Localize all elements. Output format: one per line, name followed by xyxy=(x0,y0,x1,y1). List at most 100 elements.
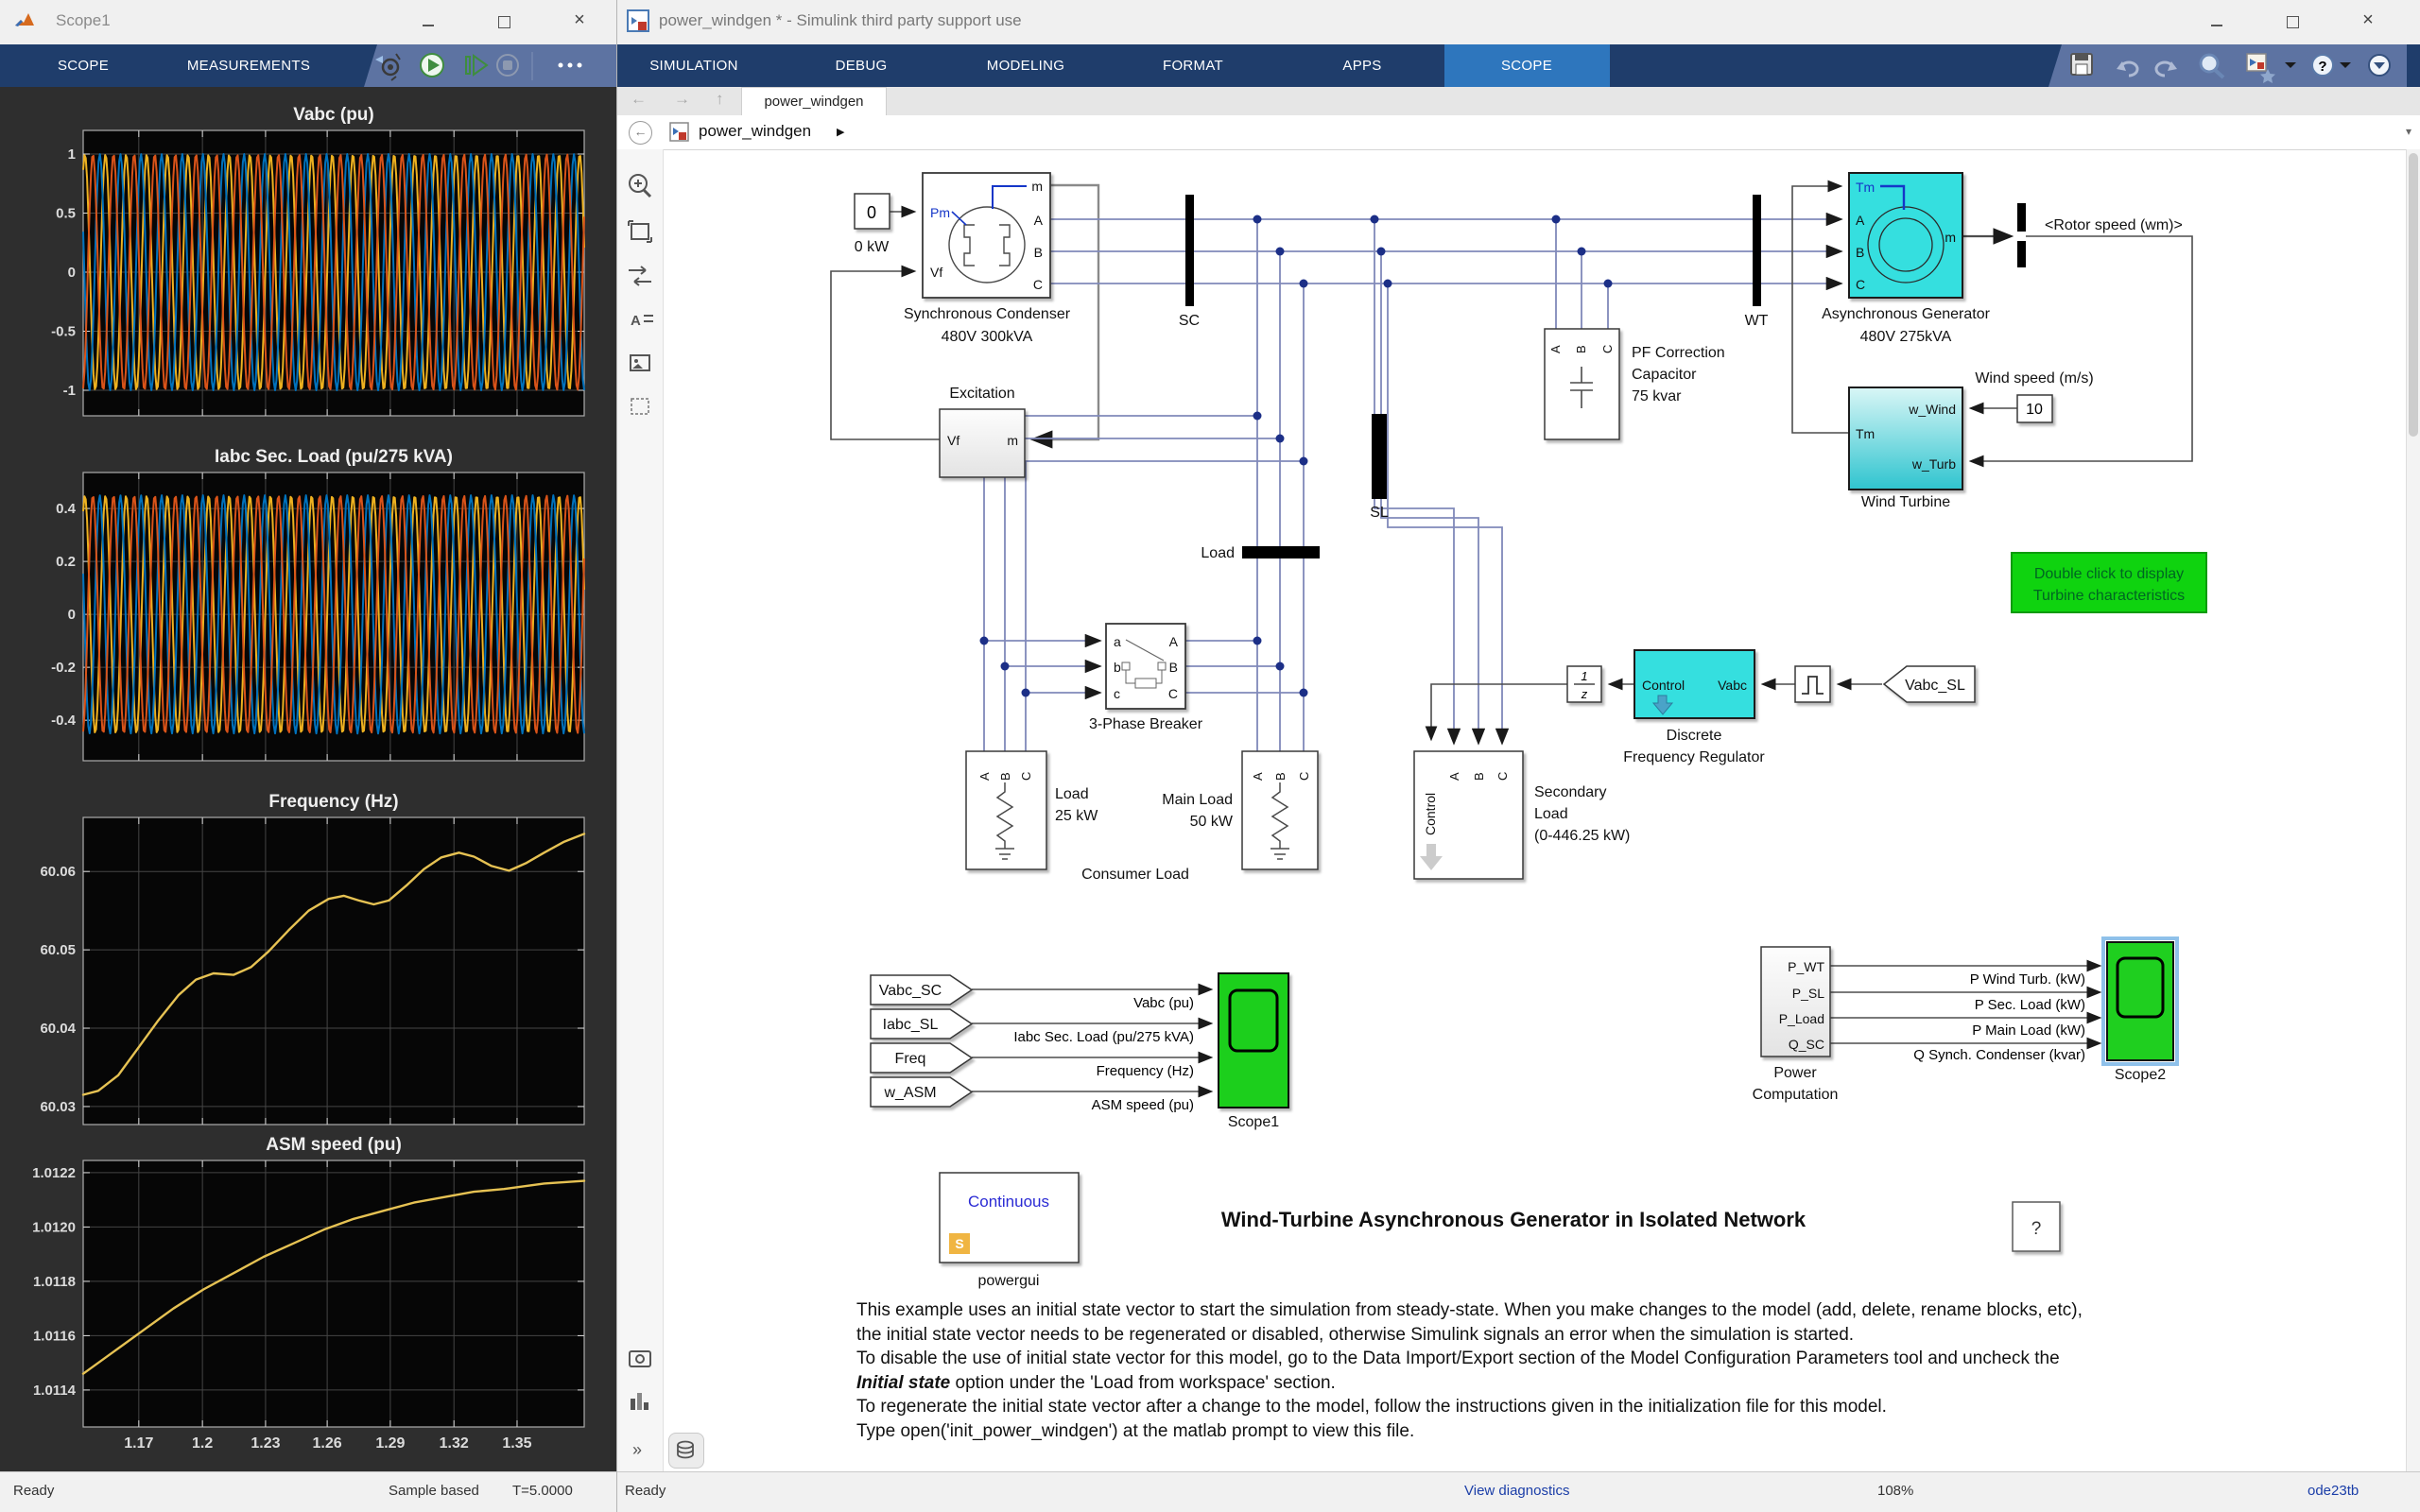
tab-simulation[interactable]: SIMULATION xyxy=(649,44,738,87)
port-label: Vabc xyxy=(1718,678,1747,693)
add-favorite-caret[interactable] xyxy=(2285,62,2296,68)
block-main-load[interactable]: A B C Main Load 50 kW xyxy=(1162,750,1319,870)
block-three-phase-breaker[interactable]: a b c A B C 3-Phase Breaker xyxy=(1089,623,1203,732)
canvas-vertical-scrollbar[interactable] xyxy=(2406,149,2420,1472)
block-help[interactable]: ? xyxy=(2012,1201,2061,1252)
scope2-signal-labels: P Wind Turb. (kW) P Sec. Load (kW) P Mai… xyxy=(1913,971,2085,1063)
tab-debug[interactable]: DEBUG xyxy=(836,44,888,87)
stop-icon[interactable] xyxy=(496,54,519,77)
svg-text:1.0116: 1.0116 xyxy=(33,1328,76,1344)
block-power-computation[interactable]: P_WT P_SL P_Load Q_SC Power Computation xyxy=(1753,946,1839,1103)
block-bus-selector[interactable] xyxy=(2017,203,2026,267)
port-label: b xyxy=(1114,660,1121,675)
main-maximize-button[interactable] xyxy=(2273,13,2311,32)
scope-tab-scope[interactable]: SCOPE xyxy=(58,44,109,87)
save-icon[interactable] xyxy=(2070,53,2093,76)
block-rate-transition[interactable] xyxy=(1794,665,1831,703)
scope-minimize-button[interactable] xyxy=(409,13,447,32)
breadcrumb-back-icon[interactable]: ← xyxy=(629,121,652,145)
redo-icon[interactable] xyxy=(2154,60,2177,77)
block-sl-measurement[interactable]: SL xyxy=(1370,414,1389,521)
block-constant-0kw[interactable]: 0 0 kW xyxy=(854,193,890,255)
tab-apps[interactable]: APPS xyxy=(1342,44,1381,87)
document-tab[interactable]: power_windgen xyxy=(741,87,887,116)
interface-arrows-icon[interactable] xyxy=(629,266,651,286)
search-icon[interactable] xyxy=(2199,53,2225,79)
port-label: B xyxy=(1273,772,1288,781)
model-data-icon[interactable] xyxy=(631,1393,648,1410)
area-box-icon[interactable] xyxy=(631,398,649,415)
annotation-icon[interactable]: A xyxy=(631,313,653,329)
tag-vabc-sc[interactable]: Vabc_SC xyxy=(870,974,974,1005)
step-forward-icon[interactable] xyxy=(465,54,489,77)
svg-text:S: S xyxy=(955,1236,963,1251)
block-excitation[interactable]: Excitation Vf m xyxy=(939,386,1026,478)
svg-text:1.29: 1.29 xyxy=(375,1435,405,1452)
fit-to-view-icon[interactable] xyxy=(628,220,652,243)
main-minimize-button[interactable] xyxy=(2198,13,2236,32)
port-label: B xyxy=(998,772,1012,781)
tab-scope[interactable]: SCOPE xyxy=(1501,44,1552,87)
tag-vabc-sl[interactable]: Vabc_SL xyxy=(1882,665,1976,703)
main-ribbon: SIMULATION DEBUG MODELING FORMAT APPS SC… xyxy=(617,44,2420,87)
undo-icon[interactable] xyxy=(2117,60,2139,77)
block-asynchronous-generator[interactable]: Tm A B C m Asynchronous Generator 480V 2… xyxy=(1822,172,1991,345)
simulation-settings-icon[interactable] xyxy=(375,53,401,81)
nav-forward-icon[interactable]: → xyxy=(674,90,690,109)
block-label: 50 kW xyxy=(1190,814,1234,830)
nav-back-icon[interactable]: ← xyxy=(631,90,647,109)
model-canvas[interactable] xyxy=(663,149,2407,1472)
signal-wires xyxy=(830,180,2193,1098)
nav-up-icon[interactable]: ↑ xyxy=(716,90,724,109)
scope-close-button[interactable]: × xyxy=(561,10,598,32)
solver-link[interactable]: ode23tb xyxy=(2308,1483,2359,1499)
block-load-25kw[interactable]: A B C Load 25 kW xyxy=(965,750,1098,870)
svg-text:1.0118: 1.0118 xyxy=(33,1274,76,1290)
block-wt-measurement[interactable]: WT xyxy=(1745,195,1769,329)
block-discrete-frequency-regulator[interactable]: Control Vabc Discrete Frequency Regulato… xyxy=(1623,649,1765,765)
tag-freq[interactable]: Freq xyxy=(870,1042,974,1074)
help-caret[interactable] xyxy=(2340,62,2351,68)
block-scope2[interactable]: Scope2 xyxy=(2101,936,2179,1083)
block-wind-speed-constant[interactable]: Wind speed (m/s) 10 xyxy=(1975,370,2094,423)
block-pf-correction-capacitor[interactable]: A B C PF Correction Capacitor 75 kvar xyxy=(1544,328,1725,440)
tab-format[interactable]: FORMAT xyxy=(1163,44,1223,87)
breadcrumb-model-name[interactable]: power_windgen xyxy=(699,122,811,141)
data-inspector-button[interactable] xyxy=(668,1433,704,1469)
add-favorite-icon[interactable] xyxy=(2246,53,2275,83)
block-label: Scope1 xyxy=(1228,1114,1279,1130)
port-label: B xyxy=(1472,772,1486,781)
expand-palette-icon[interactable]: » xyxy=(632,1440,642,1459)
block-sc-measurement[interactable]: SC xyxy=(1179,195,1200,329)
block-secondary-load[interactable]: Control A B C Secondary Load (0-446.25 k… xyxy=(1413,750,1630,880)
tag-w-asm[interactable]: w_ASM xyxy=(870,1076,974,1108)
model-description: This example uses an initial state vecto… xyxy=(856,1300,2083,1441)
tag-iabc-sl[interactable]: Iabc_SL xyxy=(870,1008,974,1040)
block-unit-delay[interactable]: 1 z xyxy=(1566,665,1602,703)
collapse-ribbon-icon[interactable] xyxy=(2368,54,2391,77)
block-label: WT xyxy=(1745,313,1769,329)
run-icon[interactable] xyxy=(420,53,444,77)
tab-modeling[interactable]: MODELING xyxy=(987,44,1064,87)
block-wind-turbine[interactable]: w_Wind Tm w_Turb Wind Turbine xyxy=(1848,387,1963,510)
block-powergui[interactable]: Continuous S powergui xyxy=(939,1172,1080,1289)
zoom-in-icon[interactable] xyxy=(629,174,652,198)
view-diagnostics-link[interactable]: View diagnostics xyxy=(1464,1483,1569,1499)
breadcrumb-dropdown-icon[interactable]: ▾ xyxy=(2406,125,2411,138)
svg-text:Vabc (pu): Vabc (pu) xyxy=(1133,995,1194,1011)
image-icon[interactable] xyxy=(630,354,650,371)
scope-maximize-button[interactable] xyxy=(485,13,523,32)
turbine-characteristics-note[interactable]: Double click to display Turbine characte… xyxy=(2011,552,2207,613)
port-label: P_WT xyxy=(1788,959,1824,974)
more-options-icon[interactable] xyxy=(558,62,582,68)
screenshot-icon[interactable] xyxy=(629,1350,651,1367)
block-synchronous-condenser[interactable]: Pm Vf m A B C Synchronous Condenser 480V… xyxy=(904,172,1071,345)
scope-tab-measurements[interactable]: MEASUREMENTS xyxy=(187,44,310,87)
main-close-button[interactable]: × xyxy=(2349,10,2387,32)
block-load-bus[interactable]: Load xyxy=(1201,545,1320,561)
help-icon[interactable]: ? xyxy=(2311,54,2334,77)
block-label: Secondary xyxy=(1534,784,1607,800)
main-window-title: power_windgen * - Simulink third party s… xyxy=(659,11,1022,29)
breadcrumb-caret-icon[interactable]: ▶ xyxy=(837,126,844,138)
block-scope1[interactable]: Scope1 xyxy=(1218,972,1289,1130)
